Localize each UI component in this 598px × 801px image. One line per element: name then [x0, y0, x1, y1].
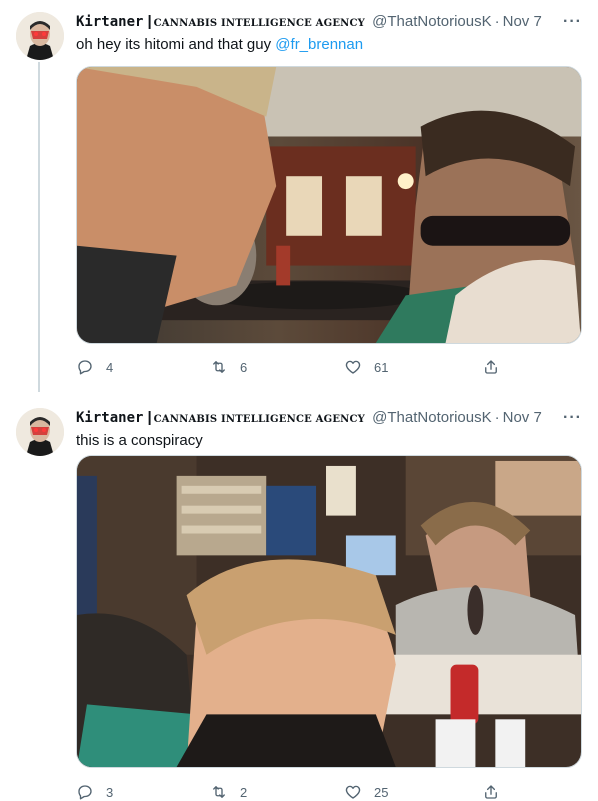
avatar-image — [16, 408, 64, 456]
heart-icon — [345, 360, 361, 374]
tweet-date[interactable]: Nov 7 — [503, 13, 542, 30]
tweet-text-body: oh hey its hitomi and that guy — [76, 36, 276, 53]
dot-separator: · — [494, 13, 500, 30]
heart-icon — [345, 785, 361, 799]
tweet-text: this is a conspiracy — [76, 431, 586, 451]
retweet-count: 6 — [240, 359, 248, 375]
reply-icon — [78, 785, 92, 800]
retweet-count: 2 — [240, 784, 248, 800]
share-button[interactable] — [482, 357, 500, 377]
retweet-button[interactable]: 6 — [210, 357, 247, 377]
avatar-image — [16, 12, 64, 60]
tweet-text-body: this is a conspiracy — [76, 432, 203, 449]
user-handle[interactable]: @ThatNotoriousK — [372, 13, 491, 30]
display-name[interactable]: Kirtaner — [76, 410, 143, 426]
user-handle[interactable]: @ThatNotoriousK — [372, 409, 491, 426]
tweet-photo[interactable] — [76, 66, 582, 344]
tweet-header: Kirtaner | CANNABIS INTELLIGENCE AGENCY @T… — [76, 408, 586, 428]
name-separator: | — [147, 13, 152, 30]
avatar[interactable] — [16, 12, 64, 60]
reply-count: 4 — [106, 359, 114, 375]
more-icon[interactable]: ··· — [563, 408, 582, 428]
tweet-header: Kirtaner | CANNABIS INTELLIGENCE AGENCY @T… — [76, 12, 586, 32]
name-suffix[interactable]: CANNABIS INTELLIGENCE AGENCY — [154, 414, 365, 425]
photo-icon — [77, 456, 581, 767]
thread-connector-line — [38, 62, 40, 392]
share-icon — [485, 360, 497, 374]
tweet-photo[interactable] — [76, 455, 582, 768]
avatar[interactable] — [16, 408, 64, 456]
tweet-actions: 3 2 25 — [76, 782, 582, 801]
name-separator: | — [147, 409, 152, 426]
more-icon[interactable]: ··· — [563, 12, 582, 32]
tweet-text: oh hey its hitomi and that guy @fr_brenn… — [76, 35, 586, 55]
like-count: 61 — [374, 359, 389, 375]
retweet-icon — [213, 786, 225, 798]
dot-separator: · — [494, 409, 500, 426]
tweet-date[interactable]: Nov 7 — [503, 409, 542, 426]
like-button[interactable]: 61 — [344, 357, 388, 377]
like-button[interactable]: 25 — [344, 782, 388, 801]
reply-button[interactable]: 4 — [76, 357, 113, 377]
reply-icon — [78, 360, 92, 375]
photo-icon — [77, 67, 581, 343]
name-suffix[interactable]: CANNABIS INTELLIGENCE AGENCY — [154, 18, 365, 29]
like-count: 25 — [374, 784, 389, 800]
mention-link[interactable]: @fr_brennan — [275, 36, 363, 53]
reply-button[interactable]: 3 — [76, 782, 113, 801]
display-name[interactable]: Kirtaner — [76, 14, 143, 30]
retweet-icon — [213, 361, 225, 373]
share-icon — [485, 785, 497, 799]
share-button[interactable] — [482, 782, 500, 801]
tweet-actions: 4 6 61 — [76, 357, 582, 377]
retweet-button[interactable]: 2 — [210, 782, 247, 801]
reply-count: 3 — [106, 784, 114, 800]
